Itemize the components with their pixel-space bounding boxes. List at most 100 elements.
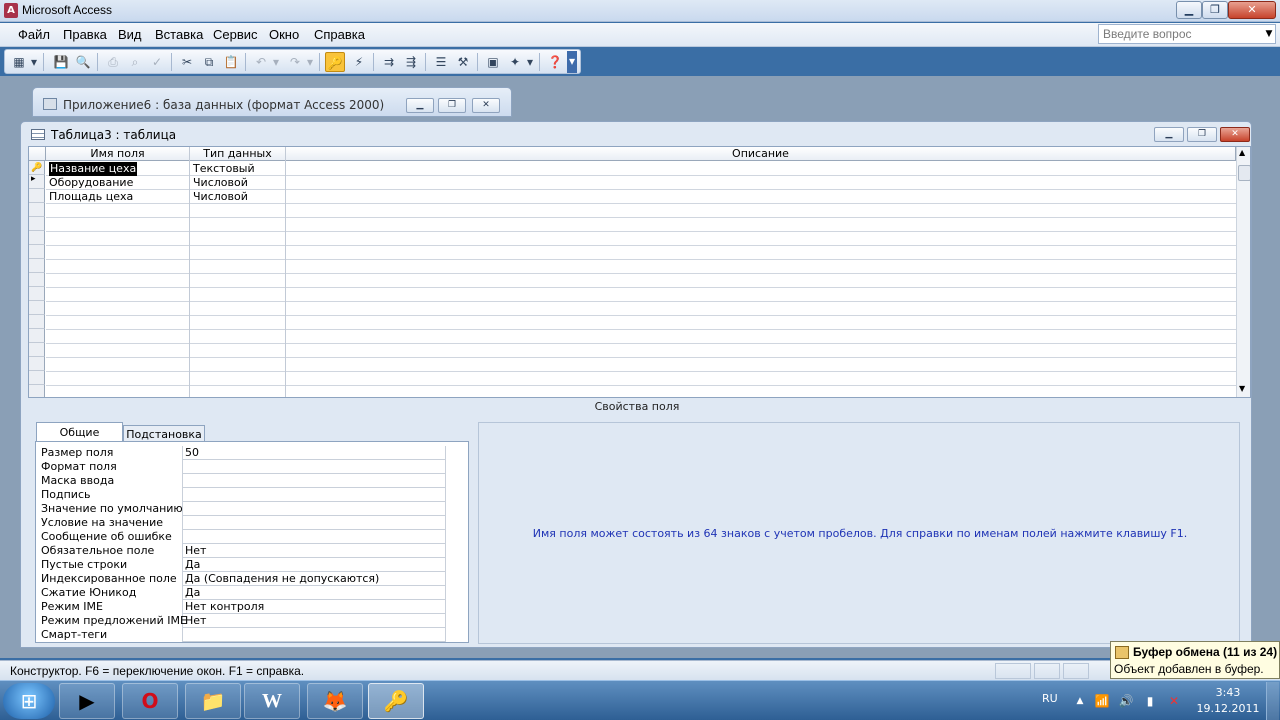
clock-time[interactable]: 3:43	[1208, 686, 1248, 699]
data-type-cell[interactable]: Числовой	[193, 176, 248, 190]
field-name-cell[interactable]: Оборудование	[49, 176, 133, 190]
help-icon[interactable]: ❓	[545, 52, 565, 72]
minimize-button[interactable]: ▁	[1176, 1, 1202, 19]
delete-rows-icon[interactable]: ⇶	[401, 52, 421, 72]
scrollbar-thumb[interactable]	[1238, 165, 1250, 181]
chevron-down-icon[interactable]: ▼	[1263, 25, 1275, 43]
search-icon[interactable]: 🔍	[73, 52, 93, 72]
access-taskbar-icon[interactable]: 🔑	[368, 683, 424, 719]
property-value-field[interactable]	[183, 488, 446, 502]
property-value-field[interactable]: Да	[183, 586, 446, 600]
close-button[interactable]: ✕	[1220, 127, 1250, 142]
property-value-field[interactable]	[183, 474, 446, 488]
copy-icon[interactable]: ⧉	[199, 52, 219, 72]
scroll-up-icon[interactable]: ▲	[1239, 148, 1245, 157]
indexes-icon[interactable]: ⚡	[349, 52, 369, 72]
row-selector[interactable]	[29, 189, 45, 203]
save-icon[interactable]: 💾	[51, 52, 71, 72]
menu-view[interactable]: Вид	[118, 27, 142, 42]
property-value-field[interactable]: Да	[183, 558, 446, 572]
property-value-field[interactable]: Нет	[183, 544, 446, 558]
menu-edit[interactable]: Правка	[63, 27, 107, 42]
toolbar-options-icon[interactable]: ▾	[567, 51, 577, 73]
opera-icon[interactable]: O	[122, 683, 178, 719]
clock-date[interactable]: 19.12.2011	[1196, 702, 1260, 715]
preview-icon[interactable]: ⌕	[125, 52, 145, 72]
firefox-icon[interactable]: 🦊	[307, 683, 363, 719]
row-selector[interactable]	[29, 203, 45, 217]
media-player-icon[interactable]: ▶	[59, 683, 115, 719]
row-selector[interactable]	[29, 385, 45, 397]
row-selector[interactable]	[29, 357, 45, 371]
show-desktop-button[interactable]	[1266, 682, 1279, 720]
print-icon[interactable]: ⎙	[103, 52, 123, 72]
property-value-field[interactable]: Да (Совпадения не допускаются)	[183, 572, 446, 586]
language-indicator[interactable]: RU	[1042, 692, 1058, 705]
redo-icon[interactable]: ↷	[285, 52, 305, 72]
menu-window[interactable]: Окно	[269, 27, 299, 42]
minimize-button[interactable]: ▁	[1154, 127, 1184, 142]
row-selector[interactable]	[29, 287, 45, 301]
action-center-icon[interactable]: ✕	[1166, 693, 1182, 709]
menu-file[interactable]: Файл	[18, 27, 50, 42]
build-icon[interactable]: ⚒	[453, 52, 473, 72]
row-selector[interactable]	[29, 259, 45, 273]
close-button[interactable]: ✕	[1228, 1, 1276, 19]
cut-icon[interactable]: ✂	[177, 52, 197, 72]
spelling-icon[interactable]: ✓	[147, 52, 167, 72]
tab-lookup[interactable]: Подстановка	[123, 425, 205, 442]
row-selector[interactable]	[29, 273, 45, 287]
help-search-input[interactable]: Введите вопрос	[1098, 24, 1276, 44]
menu-insert[interactable]: Вставка	[155, 27, 203, 42]
data-type-cell[interactable]: Числовой	[193, 190, 248, 204]
chevron-down-icon[interactable]: ▾	[29, 52, 39, 72]
scroll-down-icon[interactable]: ▼	[1239, 384, 1245, 393]
view-icon[interactable]: ▦	[9, 52, 29, 72]
device-icon[interactable]: ▮	[1142, 693, 1158, 709]
volume-icon[interactable]: 🔊	[1118, 693, 1134, 709]
tray-expand-icon[interactable]: ▲	[1072, 693, 1088, 709]
property-value-field[interactable]: 50	[183, 446, 446, 460]
field-name-cell[interactable]: Название цеха	[49, 162, 138, 176]
property-value-field[interactable]	[183, 516, 446, 530]
maximize-button[interactable]: ❐	[438, 98, 466, 113]
chevron-down-icon[interactable]: ▾	[271, 52, 281, 72]
property-value-field[interactable]: Нет контроля	[183, 600, 446, 614]
row-selector[interactable]	[29, 245, 45, 259]
row-selector[interactable]	[29, 315, 45, 329]
primary-key-icon[interactable]: 🔑	[325, 52, 345, 72]
maximize-button[interactable]: ❐	[1202, 1, 1228, 19]
field-design-grid[interactable]: Имя поля Тип данных Описание 🔑▸ Название…	[28, 146, 1251, 398]
property-value-field[interactable]	[183, 502, 446, 516]
property-value-field[interactable]	[183, 530, 446, 544]
clipboard-notification[interactable]: Буфер обмена (11 из 24) Объект добавлен …	[1110, 641, 1280, 679]
data-type-cell[interactable]: Текстовый	[193, 162, 255, 176]
chevron-down-icon[interactable]: ▾	[525, 52, 535, 72]
menu-tools[interactable]: Сервис	[213, 27, 258, 42]
row-selector[interactable]	[29, 217, 45, 231]
explorer-folder-icon[interactable]: 📁	[185, 683, 241, 719]
properties-icon[interactable]: ☰	[431, 52, 451, 72]
start-button[interactable]: ⊞	[3, 683, 55, 719]
undo-icon[interactable]: ↶	[251, 52, 271, 72]
new-object-icon[interactable]: ✦	[505, 52, 525, 72]
menu-help[interactable]: Справка	[314, 27, 365, 42]
network-icon[interactable]: 📶	[1094, 693, 1110, 709]
minimize-button[interactable]: ▁	[406, 98, 434, 113]
row-selector[interactable]	[29, 329, 45, 343]
chevron-down-icon[interactable]: ▾	[305, 52, 315, 72]
insert-rows-icon[interactable]: ⇉	[379, 52, 399, 72]
property-value-field[interactable]	[183, 460, 446, 474]
row-selector[interactable]	[29, 343, 45, 357]
close-button[interactable]: ✕	[472, 98, 500, 113]
field-name-cell[interactable]: Площадь цеха	[49, 190, 133, 204]
property-value-field[interactable]: Нет	[183, 614, 446, 628]
database-window[interactable]: Приложение6 : база данных (формат Access…	[32, 87, 512, 117]
property-value-field[interactable]	[183, 628, 446, 642]
row-selector[interactable]	[29, 231, 45, 245]
tab-general[interactable]: Общие	[36, 422, 123, 442]
maximize-button[interactable]: ❐	[1187, 127, 1217, 142]
row-selector[interactable]	[29, 301, 45, 315]
vertical-scrollbar[interactable]: ▲ ▼	[1236, 147, 1250, 397]
row-selector[interactable]	[29, 371, 45, 385]
